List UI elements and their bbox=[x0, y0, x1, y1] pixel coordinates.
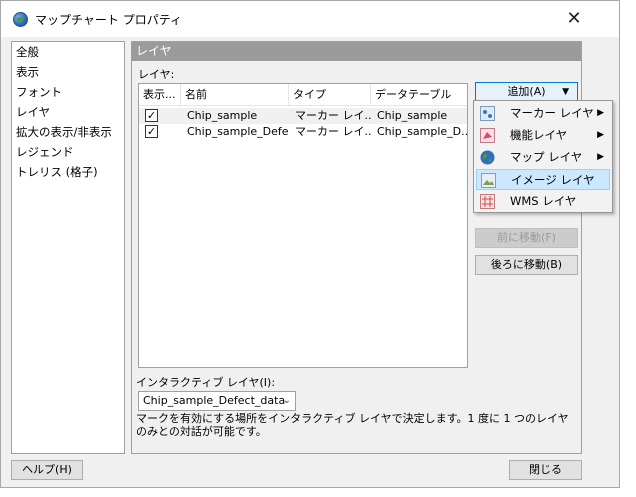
submenu-arrow-icon: ▶ bbox=[597, 130, 604, 140]
menu-item-label: イメージ レイヤ bbox=[511, 173, 595, 187]
row-datatable: Chip_sample_D... bbox=[377, 125, 467, 138]
nav-item-layers[interactable]: レイヤ bbox=[12, 102, 124, 122]
column-header-datatable[interactable]: データテーブル bbox=[371, 84, 467, 106]
marker-layer-icon bbox=[480, 106, 495, 121]
nav-item-trellis[interactable]: トレリス (格子) bbox=[12, 162, 124, 182]
menu-item-label: 機能レイヤ bbox=[510, 128, 568, 142]
interactive-layer-value: Chip_sample_Defect_data bbox=[143, 394, 286, 407]
nav-item-font[interactable]: フォント bbox=[12, 82, 124, 102]
submenu-arrow-icon: ▶ bbox=[597, 152, 604, 162]
nav-item-display[interactable]: 表示 bbox=[12, 62, 124, 82]
wms-layer-icon bbox=[480, 194, 495, 209]
row-datatable: Chip_sample bbox=[377, 109, 448, 122]
globe-icon bbox=[13, 12, 28, 27]
menu-item-label: マップ レイヤ bbox=[510, 150, 583, 164]
add-layer-menu: マーカー レイヤ ▶ 機能レイヤ ▶ マップ レイヤ ▶ イメージ レイヤ WM… bbox=[473, 100, 613, 213]
nav-item-zoom[interactable]: 拡大の表示/非表示 bbox=[12, 122, 124, 142]
category-list: 全般 表示 フォント レイヤ 拡大の表示/非表示 レジェンド トレリス (格子) bbox=[11, 41, 125, 454]
menu-item-feature-layer[interactable]: 機能レイヤ ▶ bbox=[476, 125, 610, 146]
layers-table: 表示... 名前 タイプ データテーブル ✓ Chip_sample マーカー … bbox=[138, 83, 468, 368]
menu-item-map-layer[interactable]: マップ レイヤ ▶ bbox=[476, 147, 610, 168]
menu-item-label: マーカー レイヤ bbox=[510, 106, 594, 120]
help-button[interactable]: ヘルプ(H) bbox=[11, 460, 83, 480]
section-header: レイヤ bbox=[132, 42, 581, 61]
close-icon[interactable]: ✕ bbox=[561, 7, 587, 31]
globe-icon bbox=[480, 150, 495, 165]
feature-layer-icon bbox=[480, 128, 495, 143]
table-row[interactable]: ✓ Chip_sample_Defe... マーカー レイ... Chip_sa… bbox=[139, 124, 467, 140]
chevron-down-icon: ⌄ bbox=[282, 395, 291, 406]
chevron-down-icon: ▼ bbox=[562, 87, 569, 97]
nav-item-legend[interactable]: レジェンド bbox=[12, 142, 124, 162]
window-title: マップチャート プロパティ bbox=[35, 13, 182, 27]
table-row[interactable]: ✓ Chip_sample マーカー レイ... Chip_sample bbox=[139, 108, 467, 124]
column-header-visible[interactable]: 表示... bbox=[139, 84, 181, 106]
menu-item-wms-layer[interactable]: WMS レイヤ bbox=[476, 191, 610, 212]
add-button[interactable]: 追加(A) ▼ bbox=[475, 82, 578, 102]
column-header-name[interactable]: 名前 bbox=[181, 84, 289, 106]
move-up-button[interactable]: 前に移動(F) bbox=[475, 228, 578, 248]
menu-item-image-layer[interactable]: イメージ レイヤ bbox=[476, 169, 610, 190]
row-name: Chip_sample bbox=[187, 109, 258, 122]
close-button[interactable]: 閉じる bbox=[509, 460, 582, 480]
add-button-label: 追加(A) bbox=[507, 85, 546, 98]
menu-item-label: WMS レイヤ bbox=[510, 194, 577, 208]
row-name: Chip_sample_Defe... bbox=[187, 125, 289, 138]
visible-checkbox[interactable]: ✓ bbox=[145, 125, 158, 138]
interactive-layer-label: インタラクティブ レイヤ(I): bbox=[136, 376, 276, 389]
row-type: マーカー レイ... bbox=[295, 125, 371, 138]
title-bar: マップチャート プロパティ ✕ bbox=[1, 1, 619, 37]
properties-dialog: マップチャート プロパティ ✕ 全般 表示 フォント レイヤ 拡大の表示/非表示… bbox=[0, 0, 620, 488]
image-layer-icon bbox=[481, 173, 496, 188]
visible-checkbox[interactable]: ✓ bbox=[145, 109, 158, 122]
menu-item-marker-layer[interactable]: マーカー レイヤ ▶ bbox=[476, 103, 610, 124]
column-header-type[interactable]: タイプ bbox=[289, 84, 371, 106]
table-header: 表示... 名前 タイプ データテーブル bbox=[139, 84, 467, 106]
row-type: マーカー レイ... bbox=[295, 109, 371, 122]
interactive-layer-description: マークを有効にする場所をインタラクティブ レイヤで決定します。1 度に 1 つの… bbox=[136, 412, 569, 438]
move-down-button[interactable]: 後ろに移動(B) bbox=[475, 255, 578, 275]
nav-item-general[interactable]: 全般 bbox=[12, 42, 124, 62]
submenu-arrow-icon: ▶ bbox=[597, 108, 604, 118]
interactive-layer-select[interactable]: Chip_sample_Defect_data ⌄ bbox=[138, 391, 296, 411]
layers-label: レイヤ: bbox=[138, 68, 175, 81]
